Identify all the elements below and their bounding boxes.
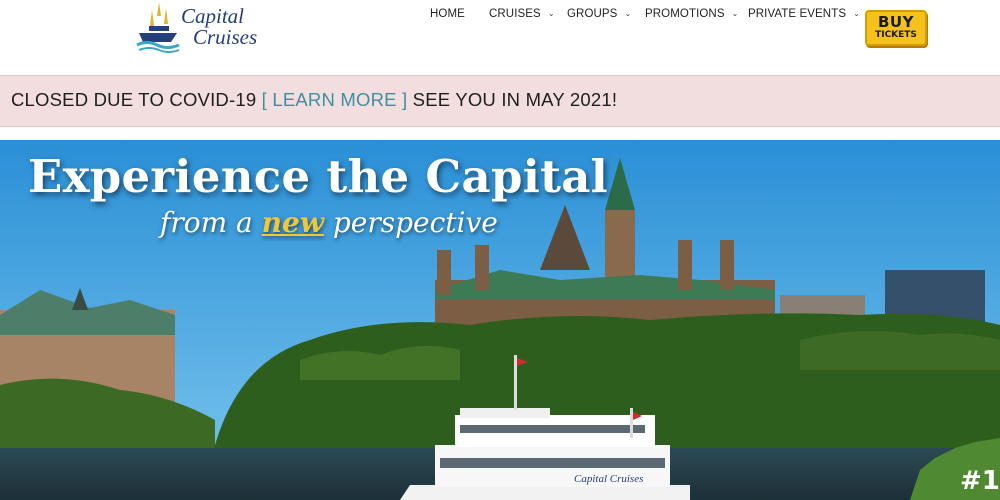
nav-home-label: HOME — [430, 8, 465, 20]
hero-subtitle-before: from a — [160, 206, 262, 239]
alert-text-after: SEE YOU IN MAY 2021! — [407, 89, 618, 110]
brand-line-1: Capital — [181, 4, 245, 28]
nav-home[interactable]: HOME — [430, 8, 465, 20]
nav-promotions-label: PROMOTIONS — [645, 8, 725, 20]
hero-title: Experience the Capital — [28, 150, 609, 203]
chevron-down-icon: ⌄ — [547, 9, 555, 18]
brand-line-2: Cruises — [193, 25, 258, 49]
hero-subtitle-after: perspective — [323, 206, 498, 239]
hero-banner: Experience the Capital from a new perspe… — [0, 140, 1000, 500]
chevron-down-icon: ⌄ — [853, 9, 860, 18]
covid-alert-bar: CLOSED DUE TO COVID-19 [ LEARN MORE ] SE… — [0, 75, 1000, 127]
ship-logo-icon — [136, 2, 180, 53]
nav-private-events-label: PRIVATE EVENTS — [748, 8, 847, 20]
learn-more-link[interactable]: [ LEARN MORE ] — [262, 89, 408, 110]
hero-subtitle-accent: new — [261, 206, 324, 239]
buy-tickets-line-1: BUY — [878, 13, 914, 31]
buy-tickets-button[interactable]: BUY TICKETS — [865, 10, 927, 46]
nav-groups-label: GROUPS — [567, 8, 618, 20]
nav-promotions[interactable]: PROMOTIONS ⌄ — [645, 8, 738, 20]
nav-groups[interactable]: GROUPS ⌄ — [567, 8, 631, 20]
nav-cruises-label: CRUISES — [489, 8, 541, 20]
boat-name-label: Capital Cruises — [574, 473, 644, 485]
brand-logo[interactable]: Capital Cruises — [135, 0, 295, 56]
chevron-down-icon: ⌄ — [731, 9, 739, 18]
alert-message: CLOSED DUE TO COVID-19 [ LEARN MORE ] SE… — [11, 89, 617, 111]
ranking-badge: #1 — [960, 466, 1000, 496]
buy-tickets-line-2: TICKETS — [875, 30, 917, 40]
brand-wordmark: Capital Cruises — [181, 6, 257, 48]
alert-text-before: CLOSED DUE TO COVID-19 — [11, 89, 262, 110]
site-header: Capital Cruises HOME CRUISES ⌄ GROUPS ⌄ PR… — [0, 0, 1000, 70]
nav-cruises[interactable]: CRUISES ⌄ — [489, 8, 555, 20]
hero-subtitle: from a new perspective — [160, 206, 498, 239]
nav-private-events[interactable]: PRIVATE EVENTS ⌄ — [748, 8, 860, 20]
chevron-down-icon: ⌄ — [624, 9, 632, 18]
